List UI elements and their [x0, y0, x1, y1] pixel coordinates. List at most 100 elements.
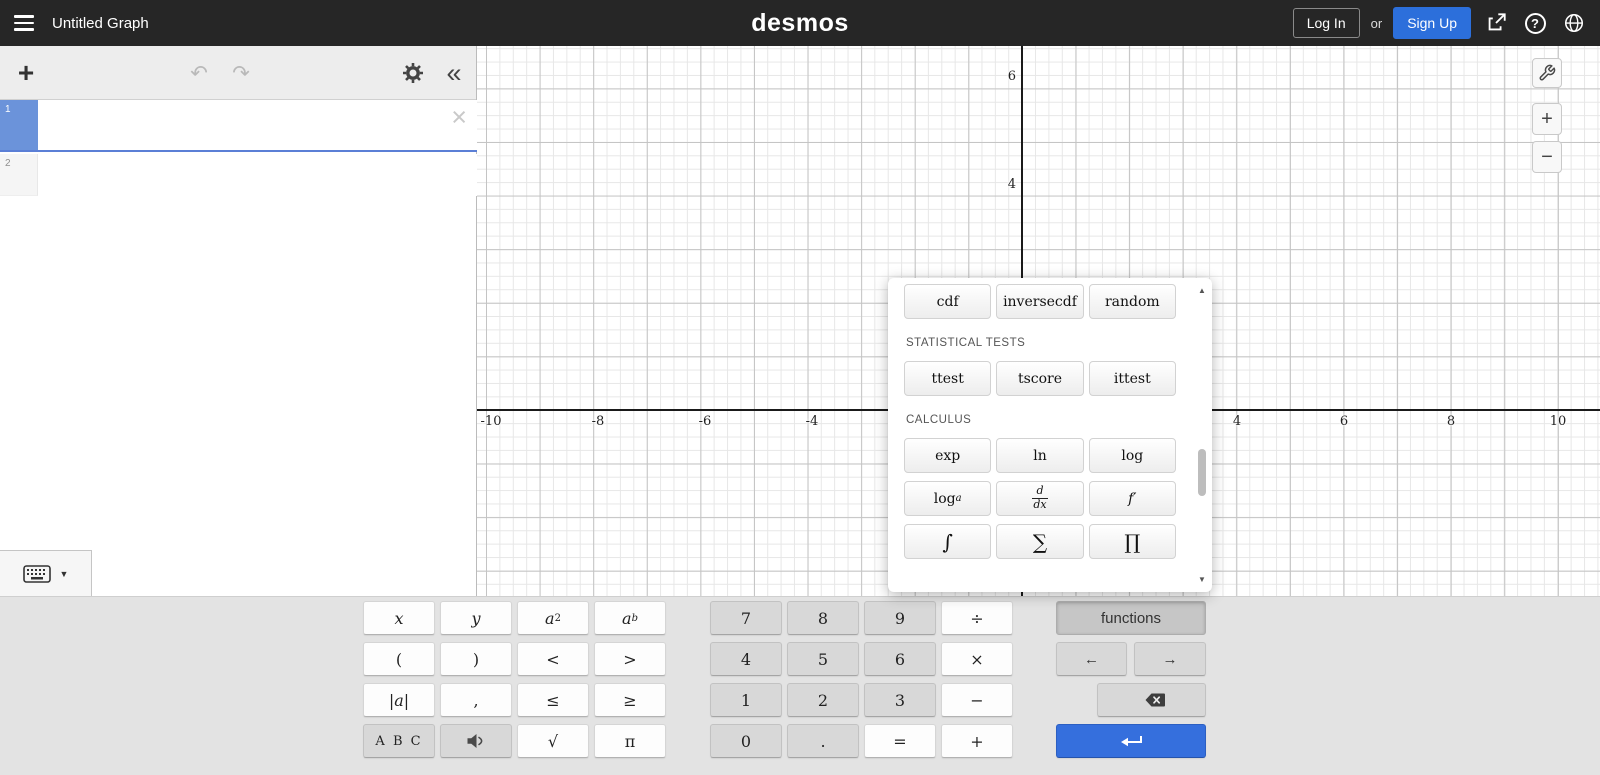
key-0[interactable]: 0 — [710, 724, 782, 758]
log-in-button[interactable]: Log In — [1292, 8, 1360, 38]
backspace-icon — [1145, 693, 1165, 707]
expression-row-2: 2 — [0, 154, 477, 196]
gear-icon — [403, 63, 423, 83]
backspace-key[interactable] — [1097, 683, 1206, 717]
main-menu-button[interactable] — [4, 0, 44, 46]
key-a-squared[interactable]: a2 — [517, 601, 589, 635]
x-tick-label: 8 — [1446, 414, 1456, 429]
random-button[interactable]: random — [1088, 284, 1176, 319]
share-button[interactable] — [1482, 9, 1510, 37]
key-comma[interactable]: , — [440, 683, 512, 717]
expression-input[interactable]: × — [38, 100, 477, 150]
zoom-out-button[interactable]: − — [1532, 141, 1562, 173]
key-7[interactable]: 7 — [710, 601, 782, 635]
graph-title[interactable]: Untitled Graph — [52, 15, 149, 32]
ittest-button[interactable]: ittest — [1088, 361, 1176, 396]
enter-key[interactable] — [1056, 724, 1206, 758]
key-3[interactable]: 3 — [864, 683, 936, 717]
key-a-power-b[interactable]: ab — [594, 601, 666, 635]
graph-settings-button[interactable] — [1532, 58, 1562, 88]
popup-scrollbar[interactable]: ▲ ▼ — [1195, 282, 1209, 588]
key-left-paren[interactable]: ( — [363, 642, 435, 676]
keypad-actions-group: functions ← → — [1056, 601, 1206, 758]
key-5[interactable]: 5 — [787, 642, 859, 676]
key-right-paren[interactable]: ) — [440, 642, 512, 676]
key-equals[interactable]: = — [864, 724, 936, 758]
zoom-in-button[interactable]: + — [1532, 103, 1562, 135]
key-less-than[interactable]: < — [517, 642, 589, 676]
keyboard-toggle-button[interactable]: ▼ — [0, 550, 92, 596]
key-y[interactable]: y — [440, 601, 512, 635]
key-divide[interactable]: ÷ — [941, 601, 1013, 635]
help-icon: ? — [1524, 12, 1546, 34]
keyboard-icon — [22, 564, 51, 583]
product-button[interactable]: ∏ — [1088, 524, 1176, 559]
key-8[interactable]: 8 — [787, 601, 859, 635]
add-expression-button[interactable]: + — [8, 55, 44, 91]
edit-list-button[interactable] — [400, 61, 426, 85]
key-4[interactable]: 4 — [710, 642, 782, 676]
inversecdf-button[interactable]: inversecdf — [996, 284, 1084, 319]
key-x[interactable]: x — [363, 601, 435, 635]
key-2[interactable]: 2 — [787, 683, 859, 717]
key-abc[interactable]: A B C — [363, 724, 435, 758]
summation-button[interactable]: ∑ — [996, 524, 1084, 559]
x-tick-label: 10 — [1549, 414, 1567, 429]
key-audio[interactable] — [440, 724, 512, 758]
ln-button[interactable]: ln — [996, 438, 1084, 473]
expression-toolbar: + ↶ ↷ « — [0, 46, 476, 100]
x-tick-label: 4 — [1232, 414, 1242, 429]
key-greater-equal[interactable]: ≥ — [594, 683, 666, 717]
derivative-button[interactable]: d dx — [996, 481, 1084, 516]
scrollbar-thumb[interactable] — [1198, 449, 1206, 496]
expression-row-1: 1 × — [0, 100, 477, 152]
x-tick-label: -8 — [591, 414, 605, 429]
f-prime-button[interactable]: f′ — [1088, 481, 1176, 516]
expression-number-badge[interactable]: 2 — [0, 154, 38, 196]
collapse-panel-button[interactable]: « — [440, 55, 468, 91]
clear-expression-button[interactable]: × — [451, 104, 467, 131]
key-9[interactable]: 9 — [864, 601, 936, 635]
x-tick-label: -10 — [480, 414, 502, 429]
section-header-statistical-tests: STATISTICAL TESTS — [906, 337, 1026, 349]
cursor-right-key[interactable]: → — [1134, 642, 1206, 676]
globe-icon — [1564, 13, 1584, 33]
key-plus[interactable]: + — [941, 724, 1013, 758]
log-button[interactable]: log — [1088, 438, 1176, 473]
log-base-a-button[interactable]: log a — [904, 481, 992, 516]
cdf-button[interactable]: cdf — [904, 284, 992, 319]
key-decimal[interactable]: . — [787, 724, 859, 758]
cursor-left-key[interactable]: ← — [1056, 642, 1127, 676]
key-greater-than[interactable]: > — [594, 642, 666, 676]
scroll-up-icon[interactable]: ▲ — [1195, 286, 1209, 295]
key-minus[interactable]: − — [941, 683, 1013, 717]
onscreen-keypad: x y a2 ab ( ) < > | a | , ≤ ≥ A B C √ π 7 … — [0, 596, 1600, 775]
topbar-actions: Log In or Sign Up ? — [1292, 0, 1588, 46]
expression-number-badge[interactable]: 1 — [0, 100, 38, 150]
language-button[interactable] — [1560, 9, 1588, 37]
x-tick-label: -4 — [805, 414, 819, 429]
key-multiply[interactable]: × — [941, 642, 1013, 676]
key-1[interactable]: 1 — [710, 683, 782, 717]
key-6[interactable]: 6 — [864, 642, 936, 676]
functions-key[interactable]: functions — [1056, 601, 1206, 635]
ttest-button[interactable]: ttest — [904, 361, 992, 396]
y-tick-label: 6 — [1007, 69, 1016, 84]
scroll-down-icon[interactable]: ▼ — [1195, 575, 1209, 584]
help-button[interactable]: ? — [1521, 9, 1549, 37]
key-sqrt[interactable]: √ — [517, 724, 589, 758]
exp-button[interactable]: exp — [904, 438, 992, 473]
integral-button[interactable]: ∫ — [904, 524, 992, 559]
tscore-button[interactable]: tscore — [996, 361, 1084, 396]
redo-button[interactable]: ↷ — [225, 58, 257, 88]
undo-button[interactable]: ↶ — [183, 58, 215, 88]
top-bar: Untitled Graph desmos Log In or Sign Up … — [0, 0, 1600, 46]
key-less-equal[interactable]: ≤ — [517, 683, 589, 717]
share-icon — [1488, 13, 1506, 31]
expression-input[interactable] — [38, 154, 477, 196]
key-pi[interactable]: π — [594, 724, 666, 758]
desmos-logo: desmos — [751, 8, 849, 37]
sign-up-button[interactable]: Sign Up — [1393, 7, 1471, 39]
key-absolute-value[interactable]: | a | — [363, 683, 435, 717]
keypad-symbols-group: x y a2 ab ( ) < > | a | , ≤ ≥ A B C √ π — [363, 601, 666, 758]
